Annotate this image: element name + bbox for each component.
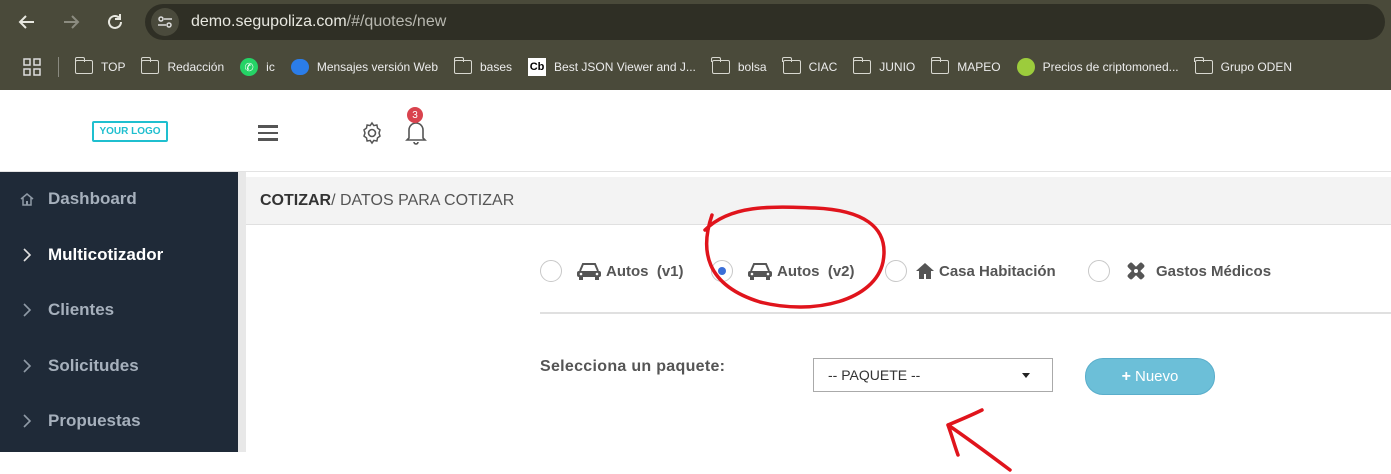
content-divider bbox=[238, 172, 246, 452]
breadcrumb-page: / DATOS PARA COTIZAR bbox=[331, 191, 515, 209]
url-text: demo.segupoliza.com/#/quotes/new bbox=[191, 13, 447, 30]
bookmark-bases[interactable]: bases bbox=[446, 52, 520, 82]
chevron-right-icon bbox=[18, 303, 36, 317]
address-bar[interactable]: demo.segupoliza.com/#/quotes/new bbox=[145, 4, 1385, 40]
sidebar: Dashboard Multicotizador Clientes Solici… bbox=[0, 172, 238, 452]
radio-autos-v1[interactable] bbox=[540, 260, 562, 282]
sidebar-item-dashboard[interactable]: Dashboard bbox=[0, 172, 238, 226]
bookmark-mensajes[interactable]: Mensajes versión Web bbox=[283, 52, 446, 82]
package-label: Selecciona un paquete: bbox=[540, 358, 726, 375]
bookmark-ciac[interactable]: CIAC bbox=[775, 52, 846, 82]
bookmark-mapeo[interactable]: MAPEO bbox=[923, 52, 1008, 82]
forward-arrow-icon[interactable] bbox=[54, 5, 88, 39]
apps-grid-icon[interactable] bbox=[10, 52, 54, 82]
folder-icon bbox=[1194, 57, 1213, 76]
app-header: YOUR LOGO 3 bbox=[0, 90, 1391, 172]
logo[interactable]: YOUR LOGO bbox=[92, 121, 168, 142]
chevron-right-icon bbox=[18, 359, 36, 373]
chevron-right-icon bbox=[18, 414, 36, 428]
site-info-icon[interactable] bbox=[151, 8, 179, 36]
package-select[interactable]: -- PAQUETE -- bbox=[813, 358, 1053, 392]
notification-badge: 3 bbox=[407, 107, 423, 123]
sidebar-item-multicotizador[interactable]: Multicotizador bbox=[0, 228, 238, 282]
folder-icon bbox=[930, 57, 950, 76]
breadcrumb-current-section: COTIZAR bbox=[260, 191, 332, 209]
whatsapp-icon: ✆ bbox=[240, 58, 259, 76]
folder-icon bbox=[852, 57, 872, 76]
plus-icon: + bbox=[1121, 367, 1131, 385]
back-arrow-icon[interactable] bbox=[10, 5, 44, 39]
car-icon bbox=[747, 261, 773, 281]
radio-autos-v2[interactable] bbox=[711, 260, 733, 282]
bookmark-grupo-oden[interactable]: Grupo ODEN bbox=[1187, 52, 1300, 82]
caret-down-icon bbox=[1022, 373, 1030, 378]
car-icon bbox=[576, 261, 602, 281]
bookmark-top[interactable]: TOP bbox=[67, 52, 133, 82]
breadcrumb: COTIZAR / DATOS PARA COTIZAR bbox=[246, 177, 1391, 225]
new-button[interactable]: + Nuevo bbox=[1085, 358, 1215, 395]
messages-icon bbox=[290, 58, 309, 76]
bookmark-bolsa[interactable]: bolsa bbox=[704, 52, 775, 82]
bookmarks-bar: TOP Redacción ✆ ic Mensajes versión Web b… bbox=[0, 44, 1391, 90]
cb-icon: Cb bbox=[528, 58, 547, 76]
folder-icon bbox=[74, 57, 93, 76]
reload-icon[interactable] bbox=[98, 5, 132, 39]
home-icon bbox=[18, 191, 36, 207]
home-icon bbox=[915, 262, 935, 280]
option-casa-habitacion[interactable]: Casa Habitación bbox=[885, 256, 1056, 286]
coin-icon bbox=[1016, 58, 1035, 76]
radio-casa-habitacion[interactable] bbox=[885, 260, 907, 282]
folder-icon bbox=[711, 57, 730, 76]
option-autos-v2[interactable]: Autos (v2) bbox=[711, 256, 855, 286]
folder-icon bbox=[782, 57, 801, 76]
bookmarks-separator bbox=[58, 57, 59, 77]
chevron-right-icon bbox=[18, 248, 36, 262]
bookmark-redaccion[interactable]: Redacción bbox=[133, 52, 232, 82]
bookmark-ic[interactable]: ✆ ic bbox=[232, 52, 283, 82]
browser-toolbar: demo.segupoliza.com/#/quotes/new bbox=[0, 0, 1391, 44]
bookmark-cripto[interactable]: Precios de criptomoned... bbox=[1009, 52, 1187, 82]
folder-icon bbox=[140, 57, 160, 76]
gear-icon[interactable] bbox=[360, 121, 384, 145]
folder-icon bbox=[453, 57, 472, 76]
hamburger-menu-icon[interactable] bbox=[258, 125, 278, 141]
sidebar-item-propuestas[interactable]: Propuestas bbox=[0, 394, 238, 448]
bookmark-junio[interactable]: JUNIO bbox=[845, 52, 923, 82]
option-gastos-medicos[interactable]: Gastos Médicos bbox=[1088, 256, 1271, 286]
bookmark-json-viewer[interactable]: Cb Best JSON Viewer and J... bbox=[520, 52, 704, 82]
option-autos-v1[interactable]: Autos (v1) bbox=[540, 256, 684, 286]
sidebar-item-clientes[interactable]: Clientes bbox=[0, 283, 238, 337]
radio-gastos-medicos[interactable] bbox=[1088, 260, 1110, 282]
sidebar-item-solicitudes[interactable]: Solicitudes bbox=[0, 339, 238, 393]
medical-icon bbox=[1126, 261, 1146, 281]
divider bbox=[540, 312, 1391, 314]
main-content: COTIZAR / DATOS PARA COTIZAR Autos (v1) … bbox=[238, 172, 1391, 474]
